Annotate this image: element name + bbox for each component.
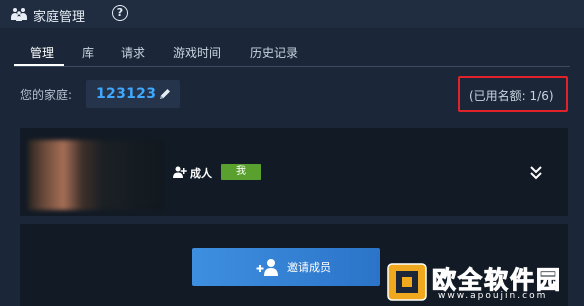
title-bar: 家庭管理 ? — [0, 0, 584, 28]
tab-divider — [14, 66, 570, 67]
family-label: 您的家庭: — [20, 88, 73, 102]
pencil-icon[interactable] — [158, 87, 172, 101]
tab-playtime[interactable]: 游戏时间 — [173, 44, 221, 61]
watermark-url: www.apoujin.com — [438, 291, 548, 301]
tab-library[interactable]: 库 — [82, 44, 94, 61]
family-id-field: 123123 — [86, 80, 180, 108]
double-chevron-down-icon[interactable] — [528, 164, 544, 180]
page-title: 家庭管理 — [33, 10, 86, 25]
adult-user-icon — [173, 166, 187, 178]
member-role: 成人 — [190, 167, 212, 180]
quota-highlight: (已用名额: 1/6) — [458, 76, 568, 112]
invite-member-label: 邀请成员 — [287, 261, 331, 274]
tab-history[interactable]: 历史记录 — [250, 44, 298, 61]
invite-member-button[interactable]: 邀请成员 — [192, 248, 380, 286]
family-icon — [11, 8, 27, 21]
watermark-logo-icon — [387, 263, 427, 301]
add-user-icon — [256, 259, 278, 276]
tab-manage[interactable]: 管理 — [30, 44, 54, 61]
family-id: 123123 — [96, 86, 157, 102]
tab-requests[interactable]: 请求 — [121, 44, 145, 61]
watermark-name: 欧全软件园 — [432, 266, 562, 295]
member-card: 成人 我 — [20, 128, 568, 216]
question-circle-icon[interactable]: ? — [112, 5, 128, 21]
avatar — [28, 140, 164, 210]
me-badge: 我 — [221, 164, 261, 180]
quota-text: (已用名额: 1/6) — [469, 89, 554, 103]
watermark: 欧全软件园 www.apoujin.com — [386, 258, 584, 306]
